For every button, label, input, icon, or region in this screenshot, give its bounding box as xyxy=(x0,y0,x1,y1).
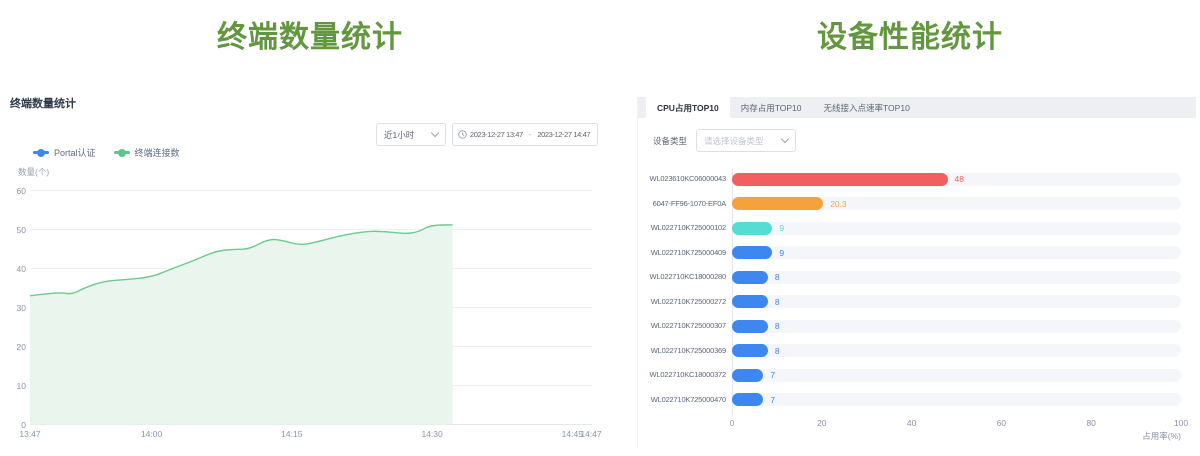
terminal-stats-panel: 终端数量统计 终端数量统计 近1小时 2023-12-27 13:47 - 20… xyxy=(0,0,620,456)
bar-value-label: 7 xyxy=(770,395,775,405)
bar-x-axis-tick: 0 xyxy=(730,418,735,428)
terminal-count-area-chart xyxy=(0,0,620,456)
device-name-label: WL022710K725000102 xyxy=(646,223,726,232)
bar-track xyxy=(732,271,1181,284)
bar-value-label: 7 xyxy=(770,370,775,380)
device-name-label: WL022710K725000272 xyxy=(646,297,726,306)
bar-value-label: 48 xyxy=(955,174,964,184)
bar[interactable] xyxy=(732,369,763,382)
bar-value-label: 8 xyxy=(775,321,780,331)
device-name-label: WL022710KC18000372 xyxy=(646,370,726,379)
bar-x-axis-tick: 60 xyxy=(997,418,1006,428)
bar-value-label: 9 xyxy=(779,248,784,258)
bar-x-axis-tick: 80 xyxy=(1086,418,1095,428)
device-name-label: WL023610KC06000043 xyxy=(646,174,726,183)
bar-track xyxy=(732,369,1181,382)
bar[interactable] xyxy=(732,344,768,357)
device-name-label: WL022710KC18000280 xyxy=(646,272,726,281)
bar-value-label: 9 xyxy=(779,223,784,233)
dashboard: 终端数量统计 终端数量统计 近1小时 2023-12-27 13:47 - 20… xyxy=(0,0,1200,456)
bar-x-axis-tick: 100 xyxy=(1174,418,1188,428)
bar[interactable] xyxy=(732,197,823,210)
bar[interactable] xyxy=(732,295,768,308)
bar-value-label: 8 xyxy=(775,346,780,356)
bar[interactable] xyxy=(732,222,772,235)
cpu-top10-bar-chart: WL023610KC06000043 48 6047-FF96-1070-EF0A 2… xyxy=(638,97,1196,449)
device-name-label: WL022710K725000409 xyxy=(646,248,726,257)
bar-x-axis-tick: 40 xyxy=(907,418,916,428)
right-page-title: 设备性能统计 xyxy=(620,12,1200,56)
device-name-label: WL022710K725000369 xyxy=(646,346,726,355)
bar[interactable] xyxy=(732,320,768,333)
bar-x-axis-label: 占用率(%) xyxy=(1121,430,1181,442)
bar-track xyxy=(732,246,1181,259)
device-name-label: WL022710K725000470 xyxy=(646,395,726,404)
device-performance-panel: 设备性能统计 CPU占用TOP10内存占用TOP10无线接入点速率TOP10 设… xyxy=(620,0,1200,456)
device-name-label: WL022710K725000307 xyxy=(646,321,726,330)
bar-track xyxy=(732,344,1181,357)
bar-track xyxy=(732,295,1181,308)
bar[interactable] xyxy=(732,173,948,186)
bar[interactable] xyxy=(732,393,763,406)
device-name-label: 6047-FF96-1070-EF0A xyxy=(646,199,726,208)
bar[interactable] xyxy=(732,246,772,259)
bar-value-label: 20.3 xyxy=(830,199,847,209)
bar-track xyxy=(732,222,1181,235)
bar[interactable] xyxy=(732,271,768,284)
bar-value-label: 8 xyxy=(775,272,780,282)
bar-track xyxy=(732,393,1181,406)
bar-value-label: 8 xyxy=(775,297,780,307)
bar-x-axis-tick: 20 xyxy=(817,418,826,428)
device-performance-card: CPU占用TOP10内存占用TOP10无线接入点速率TOP10 设备类型 请选择… xyxy=(637,97,1196,449)
bar-track xyxy=(732,320,1181,333)
